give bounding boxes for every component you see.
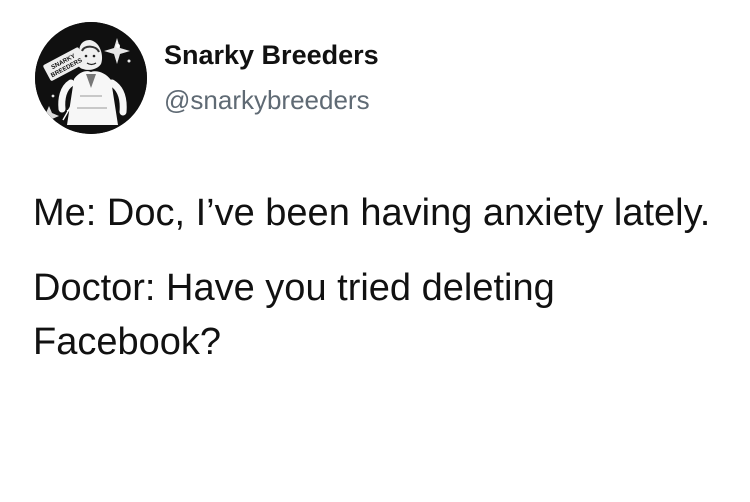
user-handle[interactable]: @snarkybreeders (164, 84, 370, 116)
tweet-card: SNARKY BREEDERS Snarky Breeders @snarkyb… (0, 0, 750, 502)
avatar[interactable]: SNARKY BREEDERS (35, 22, 147, 134)
tweet-text: Me: Doc, I’ve been having anxiety lately… (33, 186, 723, 369)
tweet-paragraph-2: Doctor: Have you tried deleting Facebook… (33, 267, 555, 363)
display-name[interactable]: Snarky Breeders (164, 38, 379, 72)
avatar-illustration: SNARKY BREEDERS (35, 22, 147, 134)
tweet-paragraph-1: Me: Doc, I’ve been having anxiety lately… (33, 192, 711, 234)
